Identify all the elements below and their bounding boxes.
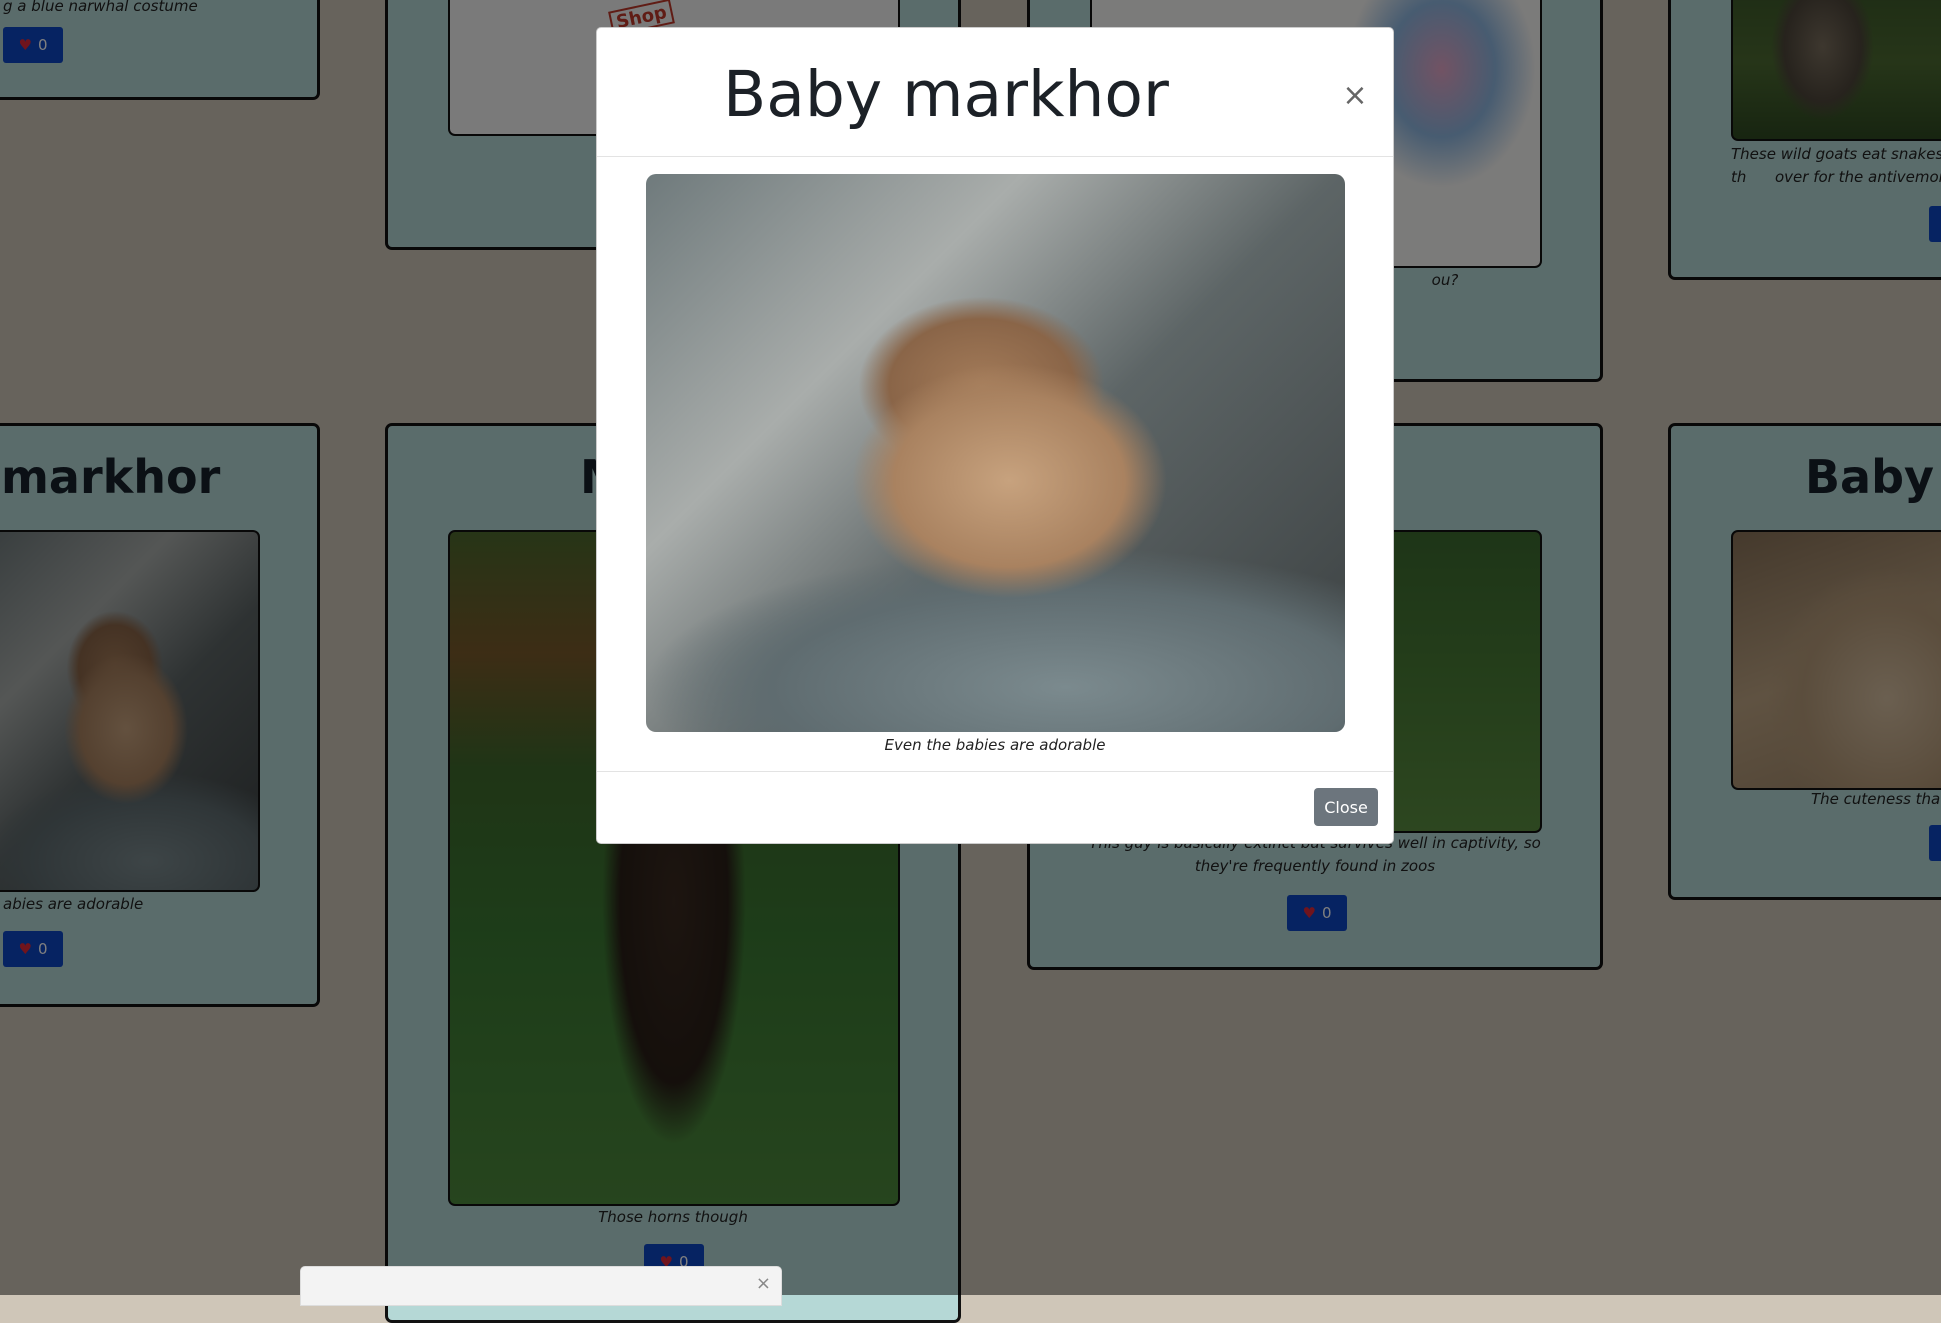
modal-title: Baby markhor	[723, 58, 1169, 131]
modal-header: Baby markhor ×	[597, 28, 1393, 157]
modal-footer: Close	[597, 771, 1393, 843]
close-button[interactable]: Close	[1314, 788, 1378, 826]
toast: ×	[300, 1266, 782, 1306]
modal-image	[646, 174, 1345, 732]
close-icon[interactable]: ×	[1335, 76, 1375, 116]
image-modal: Baby markhor × Even the babies are adora…	[596, 27, 1394, 844]
modal-caption: Even the babies are adorable	[884, 736, 1106, 754]
close-icon[interactable]: ×	[756, 1273, 771, 1294]
